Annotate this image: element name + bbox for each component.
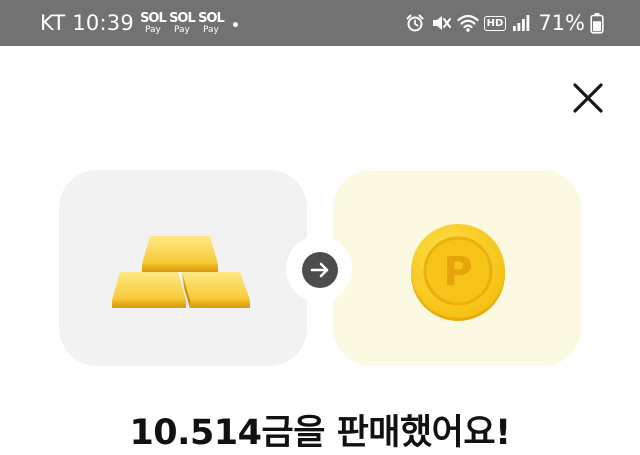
- carrier-label: KT: [40, 11, 66, 35]
- battery-percent: 71%: [538, 11, 585, 35]
- hd-voice-icon: HD: [483, 15, 507, 31]
- sol-pay-label: Pay: [144, 24, 161, 35]
- gold-bars-icon: [106, 228, 256, 318]
- close-button[interactable]: [568, 78, 608, 118]
- alarm-icon: [405, 13, 425, 33]
- sol-pay-brand: SOL: [140, 10, 167, 26]
- notification-dot-icon: [232, 21, 238, 27]
- sol-pay-brand: SOL: [169, 10, 196, 26]
- status-bar-right: HD 71%: [400, 0, 604, 46]
- arrow-right-icon: [302, 252, 338, 288]
- wifi-icon: [457, 13, 479, 33]
- close-icon: [573, 83, 603, 113]
- mute-icon: [430, 13, 452, 33]
- coin-letter: P: [443, 249, 472, 295]
- clock-time: 10:39: [72, 11, 134, 35]
- battery-icon: [590, 12, 604, 34]
- sol-pay-label: Pay: [173, 24, 190, 35]
- sol-pay-icon: SOL Pay: [169, 10, 196, 35]
- point-coin-icon: P: [408, 222, 508, 326]
- signal-icon: [511, 13, 531, 33]
- status-bar: KT 10:39 SOL Pay SOL Pay SOL Pay HD 71%: [0, 0, 640, 46]
- sale-complete-headline: 10.514금을 판매했어요!: [129, 413, 511, 453]
- battery-level-fill: [593, 21, 601, 32]
- sol-pay-brand: SOL: [198, 10, 225, 26]
- status-bar-left: KT 10:39 SOL Pay SOL Pay SOL Pay: [40, 0, 238, 46]
- sol-pay-icon: SOL Pay: [198, 10, 225, 35]
- sol-pay-icon: SOL Pay: [140, 10, 167, 35]
- sol-pay-label: Pay: [202, 24, 219, 35]
